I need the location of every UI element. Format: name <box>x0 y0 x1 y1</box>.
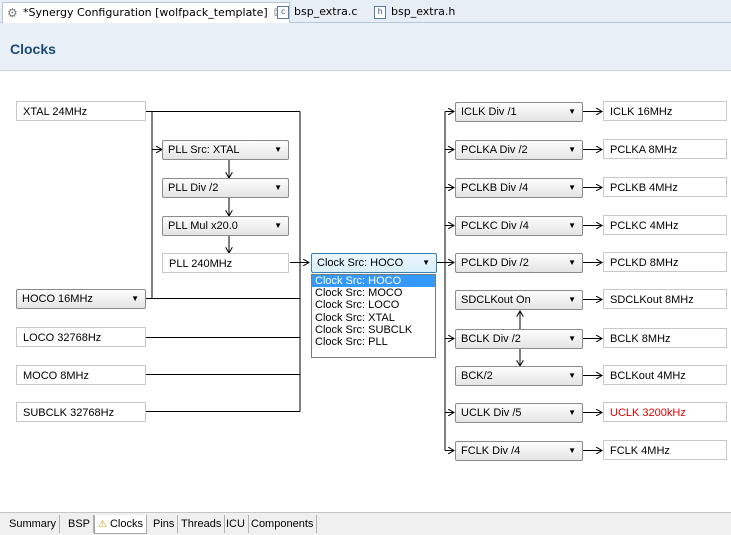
chevron-down-icon: ▼ <box>274 221 282 230</box>
subclk-source: SUBCLK 32768Hz <box>16 402 146 422</box>
pclkc-output: PCLKC 4MHz <box>603 215 727 235</box>
uclk-output-error: UCLK 3200kHz <box>603 402 727 422</box>
chevron-down-icon: ▼ <box>274 183 282 192</box>
chevron-down-icon: ▼ <box>131 294 139 303</box>
pll-src-select[interactable]: PLL Src: XTAL ▼ <box>162 140 289 160</box>
divider-label: BCLK Div /2 <box>461 333 521 345</box>
pll-src-label: PLL Src: XTAL <box>168 144 240 156</box>
hoco-source-select[interactable]: HOCO 16MHz ▼ <box>16 289 146 309</box>
dropdown-option-loco[interactable]: Clock Src: LOCO <box>312 299 435 311</box>
divider-label: BCK/2 <box>461 370 493 382</box>
bclkout-output: BCLKout 4MHz <box>603 365 727 385</box>
chevron-down-icon: ▼ <box>568 183 576 192</box>
dropdown-option-xtal[interactable]: Clock Src: XTAL <box>312 312 435 324</box>
pll-div-select[interactable]: PLL Div /2 ▼ <box>162 178 289 198</box>
pclkd-div-select[interactable]: PCLKD Div /2 ▼ <box>455 253 583 273</box>
bclk-output: BCLK 8MHz <box>603 328 727 348</box>
pclkb-div-select[interactable]: PCLKB Div /4 ▼ <box>455 178 583 198</box>
uclk-div-select[interactable]: UCLK Div /5 ▼ <box>455 403 583 423</box>
divider-label: UCLK Div /5 <box>461 407 522 419</box>
loco-source: LOCO 32768Hz <box>16 327 146 347</box>
bclk-div-select[interactable]: BCLK Div /2 ▼ <box>455 329 583 349</box>
tab-clocks[interactable]: ⚠ Clocks <box>94 515 147 534</box>
tab-icu[interactable]: ICU <box>223 515 249 533</box>
moco-source: MOCO 8MHz <box>16 365 146 385</box>
dropdown-option-pll[interactable]: Clock Src: PLL <box>312 336 435 348</box>
hoco-label: HOCO 16MHz <box>22 293 93 305</box>
pll-output: PLL 240MHz <box>162 253 289 273</box>
dropdown-option-moco[interactable]: Clock Src: MOCO <box>312 287 435 299</box>
tab-pins[interactable]: Pins <box>150 515 179 533</box>
divider-label: SDCLKout On <box>461 294 531 306</box>
divider-label: FCLK Div /4 <box>461 445 521 457</box>
clock-src-label: Clock Src: HOCO <box>317 257 404 269</box>
clock-src-select[interactable]: Clock Src: HOCO ▼ <box>311 253 437 273</box>
pclkb-output: PCLKB 4MHz <box>603 177 727 197</box>
pll-mul-select[interactable]: PLL Mul x20.0 ▼ <box>162 216 289 236</box>
chevron-down-icon: ▼ <box>568 107 576 116</box>
dropdown-option-hoco[interactable]: Clock Src: HOCO <box>312 275 435 288</box>
tab-clocks-label: Clocks <box>109 518 143 530</box>
bottom-tab-bar: Summary BSP ⚠ Clocks Pins Threads ICU Com… <box>0 512 731 535</box>
divider-label: PCLKD Div /2 <box>461 257 529 269</box>
chevron-down-icon: ▼ <box>568 446 576 455</box>
chevron-down-icon: ▼ <box>568 408 576 417</box>
chevron-down-icon: ▼ <box>568 371 576 380</box>
tab-threads[interactable]: Threads <box>178 515 226 533</box>
chevron-down-icon: ▼ <box>568 145 576 154</box>
iclk-output: ICLK 16MHz <box>603 101 727 121</box>
divider-label: PCLKC Div /4 <box>461 220 529 232</box>
sdclkout-output: SDCLKout 8MHz <box>603 289 727 309</box>
divider-label: ICLK Div /1 <box>461 106 517 118</box>
chevron-down-icon: ▼ <box>568 221 576 230</box>
pclka-div-select[interactable]: PCLKA Div /2 ▼ <box>455 140 583 160</box>
bck-select[interactable]: BCK/2 ▼ <box>455 366 583 386</box>
tab-components[interactable]: Components <box>248 515 318 533</box>
pll-div-label: PLL Div /2 <box>168 182 219 194</box>
chevron-down-icon: ▼ <box>568 295 576 304</box>
pclkd-output: PCLKD 8MHz <box>603 252 727 272</box>
fclk-output: FCLK 4MHz <box>603 440 727 460</box>
chevron-down-icon: ▼ <box>568 334 576 343</box>
divider-label: PCLKA Div /2 <box>461 144 528 156</box>
divider-label: PCLKB Div /4 <box>461 182 529 194</box>
clock-src-dropdown-list: Clock Src: HOCO Clock Src: MOCO Clock Sr… <box>311 274 436 358</box>
xtal-source: XTAL 24MHz <box>16 101 146 121</box>
pll-mul-label: PLL Mul x20.0 <box>168 220 238 232</box>
chevron-down-icon: ▼ <box>274 145 282 154</box>
iclk-div-select[interactable]: ICLK Div /1 ▼ <box>455 102 583 122</box>
fclk-div-select[interactable]: FCLK Div /4 ▼ <box>455 441 583 461</box>
pclka-output: PCLKA 8MHz <box>603 139 727 159</box>
chevron-down-icon: ▼ <box>568 258 576 267</box>
chevron-down-icon: ▼ <box>422 258 430 267</box>
dropdown-option-subclk[interactable]: Clock Src: SUBCLK <box>312 324 435 336</box>
tab-summary[interactable]: Summary <box>6 515 61 533</box>
warning-icon: ⚠ <box>98 519 107 530</box>
sdclkout-select[interactable]: SDCLKout On ▼ <box>455 290 583 310</box>
pclkc-div-select[interactable]: PCLKC Div /4 ▼ <box>455 216 583 236</box>
tab-bsp[interactable]: BSP <box>65 515 95 533</box>
